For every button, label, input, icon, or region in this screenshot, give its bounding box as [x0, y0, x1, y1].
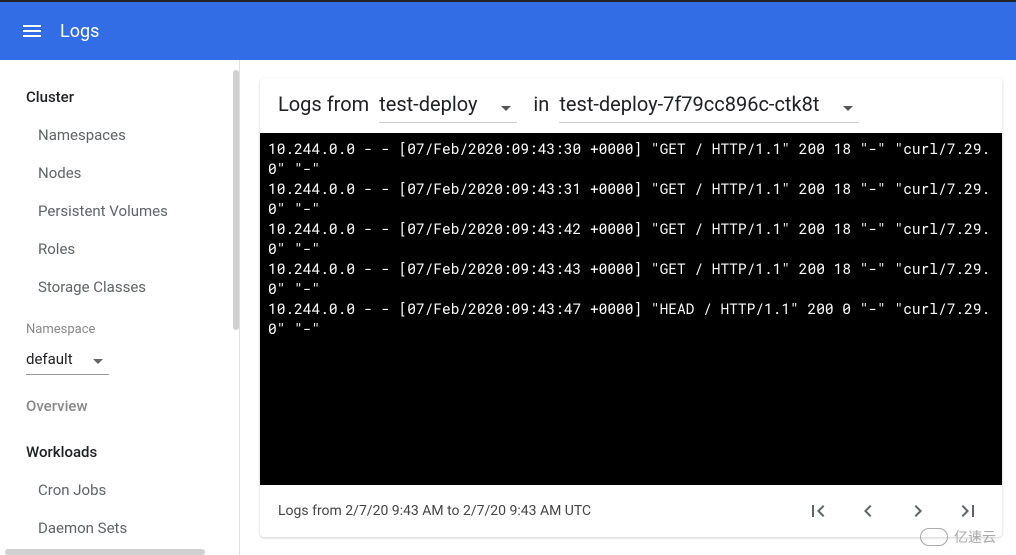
watermark: 亿速云: [920, 527, 996, 547]
sidebar: Cluster Namespaces Nodes Persistent Volu…: [0, 60, 240, 555]
sidebar-item-daemon-sets[interactable]: Daemon Sets: [0, 509, 239, 547]
page-next-button[interactable]: [902, 495, 934, 527]
dropdown-arrow-icon: [843, 96, 853, 115]
menu-icon[interactable]: [12, 11, 52, 51]
log-range-text: Logs from 2/7/20 9:43 AM to 2/7/20 9:43 …: [278, 503, 591, 519]
watermark-text: 亿速云: [954, 527, 996, 547]
log-footer: Logs from 2/7/20 9:43 AM to 2/7/20 9:43 …: [260, 485, 1002, 537]
logs-from-label: Logs from: [278, 92, 369, 116]
sidebar-item-roles[interactable]: Roles: [0, 230, 239, 268]
sidebar-item-namespaces[interactable]: Namespaces: [0, 116, 239, 154]
namespace-selector-group: Namespace default: [0, 306, 239, 379]
sidebar-item-storage-classes[interactable]: Storage Classes: [0, 268, 239, 306]
page-last-button[interactable]: [952, 495, 984, 527]
dropdown-arrow-icon: [501, 96, 511, 115]
page-first-button[interactable]: [802, 495, 834, 527]
horizontal-scrollbar[interactable]: [5, 549, 205, 555]
cloud-icon: [920, 528, 948, 546]
log-output[interactable]: 10.244.0.0 - - [07/Feb/2020:09:43:30 +00…: [260, 133, 1002, 485]
namespace-select[interactable]: default: [26, 345, 109, 375]
log-source-select[interactable]: test-deploy: [379, 92, 517, 123]
content-area: Logs from test-deploy in test-deploy-7f7…: [240, 60, 1016, 555]
dropdown-arrow-icon: [93, 349, 103, 368]
logs-in-label: in: [533, 92, 549, 116]
sidebar-section-cluster[interactable]: Cluster: [0, 70, 239, 116]
log-source-value: test-deploy: [379, 92, 477, 116]
page-prev-button[interactable]: [852, 495, 884, 527]
scrollbar[interactable]: [233, 70, 239, 330]
log-header: Logs from test-deploy in test-deploy-7f7…: [260, 78, 1002, 133]
namespace-value: default: [26, 350, 73, 368]
sidebar-item-persistent-volumes[interactable]: Persistent Volumes: [0, 192, 239, 230]
sidebar-section-overview[interactable]: Overview: [0, 379, 239, 425]
main-layout: Cluster Namespaces Nodes Persistent Volu…: [0, 60, 1016, 555]
log-pod-select[interactable]: test-deploy-7f79cc896c-ctk8t: [559, 92, 859, 123]
sidebar-item-nodes[interactable]: Nodes: [0, 154, 239, 192]
pagination: [802, 495, 984, 527]
log-pod-value: test-deploy-7f79cc896c-ctk8t: [559, 92, 819, 116]
app-header: Logs: [0, 0, 1016, 60]
namespace-label: Namespace: [26, 322, 213, 337]
sidebar-item-cron-jobs[interactable]: Cron Jobs: [0, 471, 239, 509]
sidebar-section-workloads[interactable]: Workloads: [0, 425, 239, 471]
page-title: Logs: [60, 21, 99, 42]
log-card: Logs from test-deploy in test-deploy-7f7…: [260, 78, 1002, 537]
